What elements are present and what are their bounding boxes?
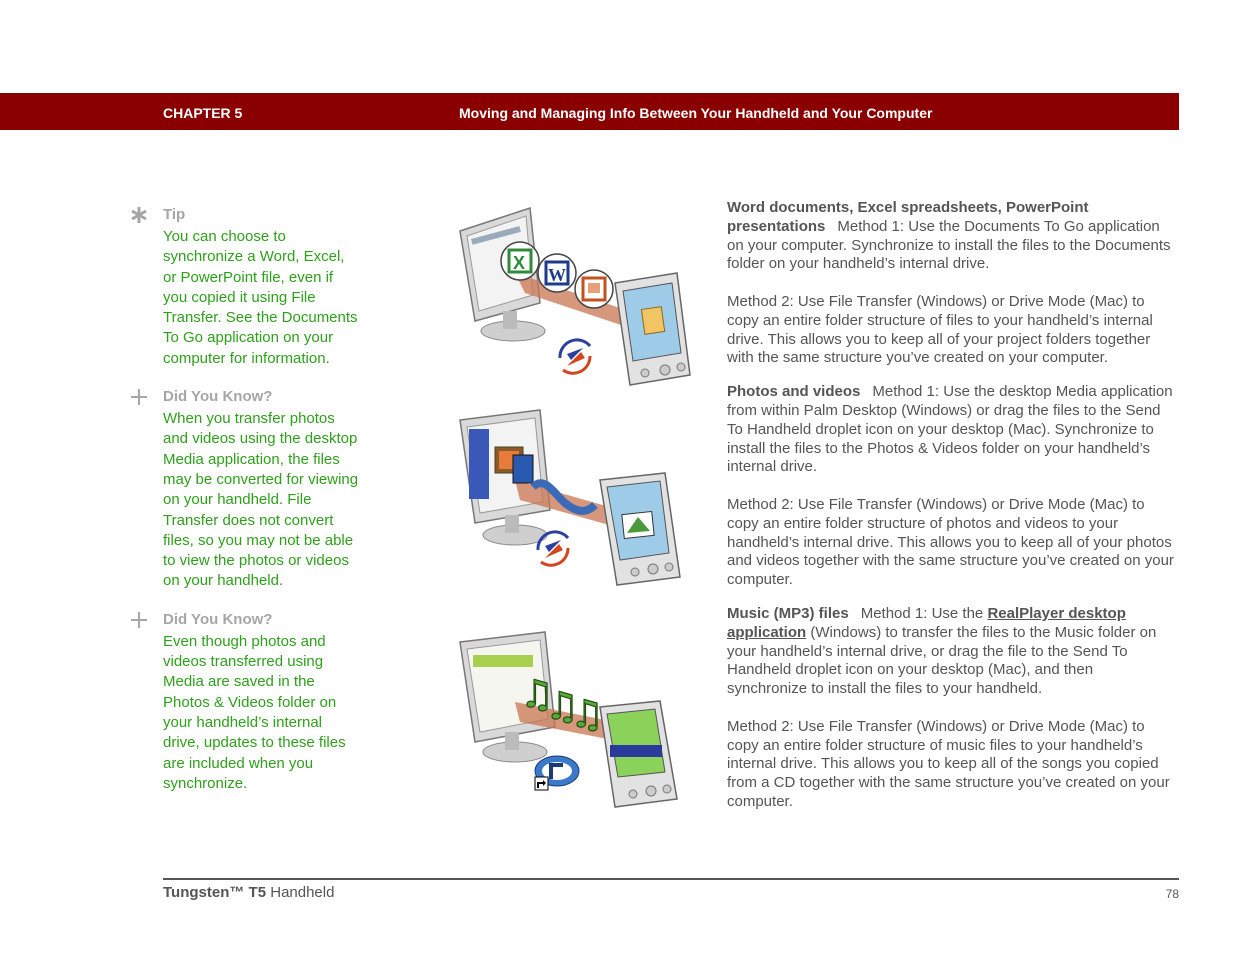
note-title: Did You Know? <box>163 610 273 628</box>
handheld <box>614 272 691 386</box>
note-title: Tip <box>163 206 186 223</box>
documents-transfer-illustration: X W <box>455 203 695 391</box>
method-1: Photos and videos Method 1: Use the deskt… <box>727 383 1177 477</box>
note-body: You can choose to synchronize a Word, Ex… <box>163 228 358 367</box>
photos-videos-transfer-illustration <box>455 405 695 590</box>
method-2-text: Method 2: Use File Transfer (Windows) or… <box>727 495 1174 589</box>
monitor <box>459 409 551 546</box>
plus-icon <box>130 388 148 406</box>
film-icon <box>512 454 534 484</box>
svg-text:♫: ♫ <box>570 692 604 736</box>
note-body: Even though photos and videos transferre… <box>163 632 346 792</box>
chapter-title: Moving and Managing Info Between Your Ha… <box>459 105 933 121</box>
product-name: Tungsten™ T5 <box>163 884 267 901</box>
sync-icon <box>536 530 570 567</box>
method-1: Music (MP3) files Method 1: Use the RealP… <box>727 605 1177 699</box>
page-number: 78 <box>1165 887 1179 901</box>
footer-product: Tungsten™ T5 Handheld <box>163 884 334 901</box>
method-2-text: Method 2: Use File Transfer (Windows) or… <box>727 292 1153 367</box>
music-transfer-illustration: ♫ ♫ ♫ <box>455 627 695 812</box>
method-1-prefix: Method 1: Use the <box>860 604 988 622</box>
shortcut-arrow-icon <box>534 776 549 791</box>
word-icon: W <box>537 253 577 293</box>
handheld <box>599 472 681 586</box>
did-you-know-note: Did You Know? When you transfer photos a… <box>130 387 360 592</box>
chapter-header-bar: CHAPTER 5 Moving and Managing Info Betwe… <box>0 93 1179 130</box>
excel-icon: X <box>500 241 540 281</box>
note-body: When you transfer photos and videos usin… <box>163 410 359 590</box>
section-music: Music (MP3) files Method 1: Use the RealP… <box>727 605 1177 812</box>
footer-divider <box>163 878 1179 880</box>
section-photos-videos: Photos and videos Method 1: Use the deskt… <box>727 383 1177 590</box>
method-2-text: Method 2: Use File Transfer (Windows) or… <box>727 717 1170 810</box>
note-title: Did You Know? <box>163 388 273 406</box>
handheld <box>599 700 678 808</box>
asterisk-icon <box>130 206 148 224</box>
tip-note: Tip You can choose to synchronize a Word… <box>130 205 360 369</box>
did-you-know-note: Did You Know? Even though photos and vid… <box>130 610 360 794</box>
main-content: Word documents, Excel spreadsheets, Powe… <box>727 199 1177 827</box>
chapter-label: CHAPTER 5 <box>163 105 243 121</box>
section-title: Music (MP3) files <box>727 604 849 622</box>
plus-icon <box>130 611 148 629</box>
section-documents: Word documents, Excel spreadsheets, Powe… <box>727 199 1177 368</box>
sync-icon <box>558 338 592 375</box>
svg-text:W: W <box>548 265 566 285</box>
section-title: Photos and videos <box>727 383 861 401</box>
product-suffix: Handheld <box>266 884 335 901</box>
method-1: Word documents, Excel spreadsheets, Powe… <box>727 199 1177 274</box>
svg-text:X: X <box>513 253 525 273</box>
powerpoint-icon <box>574 269 614 309</box>
sidebar-notes: Tip You can choose to synchronize a Word… <box>130 205 360 812</box>
